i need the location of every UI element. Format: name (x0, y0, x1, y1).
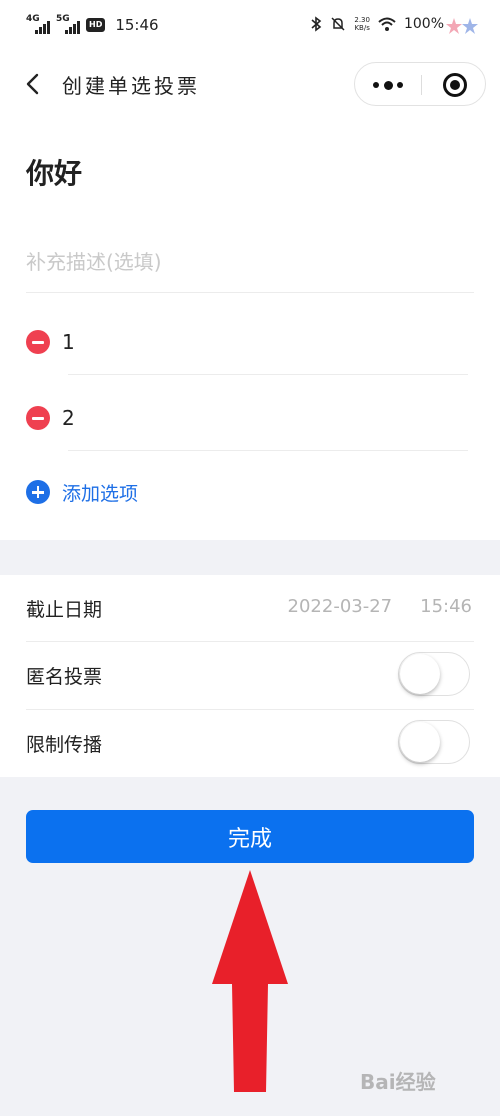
toggle-knob (400, 654, 440, 694)
signal-4g-icon: 4G (26, 14, 50, 34)
battery-level: 100% (403, 16, 444, 32)
option-label[interactable]: 1 (62, 330, 75, 354)
speed-value: 2.30 (354, 16, 370, 24)
mute-bell-icon (331, 17, 345, 31)
vote-form: 你好 1 2 添加选项 (0, 116, 500, 540)
hd-badge: HD (86, 18, 106, 32)
restrict-label: 限制传播 (26, 734, 103, 756)
toggle-knob (400, 722, 440, 762)
annotation-arrow-icon (212, 870, 288, 1092)
deadline-value[interactable]: 2022-03-27 15:46 (288, 596, 472, 617)
option-row: 2 (26, 398, 474, 438)
anonymous-row: 匿名投票 (0, 642, 500, 708)
network-speed: 2.30 KB/s (354, 16, 370, 32)
status-bar: 4G 5G HD 15:46 2.30 KB/s 100% (0, 0, 500, 52)
more-icon[interactable] (373, 63, 403, 107)
wifi-icon (378, 17, 396, 31)
description-divider (26, 292, 474, 293)
mini-program-capsule (354, 62, 486, 106)
restrict-toggle[interactable] (398, 720, 470, 764)
deadline-date[interactable]: 2022-03-27 (288, 596, 393, 617)
deadline-row[interactable]: 截止日期 2022-03-27 15:46 (0, 575, 500, 641)
description-input[interactable] (26, 242, 474, 282)
deadline-time[interactable]: 15:46 (420, 596, 472, 617)
capsule-divider (421, 75, 422, 95)
page-title: 创建单选投票 (62, 74, 200, 98)
speed-unit: KB/s (354, 24, 370, 32)
option-row: 1 (26, 322, 474, 362)
status-right: 2.30 KB/s 100% (310, 16, 444, 32)
watermark-text: Bai经验 (360, 1070, 436, 1094)
close-miniprogram-icon[interactable] (443, 73, 467, 97)
remove-option-icon[interactable] (26, 330, 50, 354)
option-divider (68, 374, 468, 375)
option-divider (68, 450, 468, 451)
status-left: 4G 5G HD 15:46 (26, 14, 159, 34)
baidu-watermark: Bai经验 (360, 1066, 480, 1102)
add-option-label: 添加选项 (62, 482, 139, 505)
option-label[interactable]: 2 (62, 406, 75, 430)
vote-title[interactable]: 你好 (26, 152, 82, 192)
star-decoration-icon (446, 18, 478, 34)
add-option-button[interactable]: 添加选项 (26, 478, 138, 506)
done-button[interactable]: 完成 (26, 810, 474, 863)
remove-option-icon[interactable] (26, 406, 50, 430)
deadline-label: 截止日期 (26, 599, 103, 621)
settings-card: 截止日期 2022-03-27 15:46 匿名投票 限制传播 (0, 575, 500, 777)
nav-bar: 创建单选投票 (0, 52, 500, 116)
status-time: 15:46 (115, 16, 159, 34)
anonymous-toggle[interactable] (398, 652, 470, 696)
back-arrow-icon[interactable] (22, 72, 46, 96)
signal-5g-icon: 5G (56, 14, 80, 34)
add-icon (26, 480, 50, 504)
anonymous-label: 匿名投票 (26, 666, 103, 688)
bluetooth-icon (311, 16, 322, 32)
restrict-row: 限制传播 (0, 710, 500, 776)
